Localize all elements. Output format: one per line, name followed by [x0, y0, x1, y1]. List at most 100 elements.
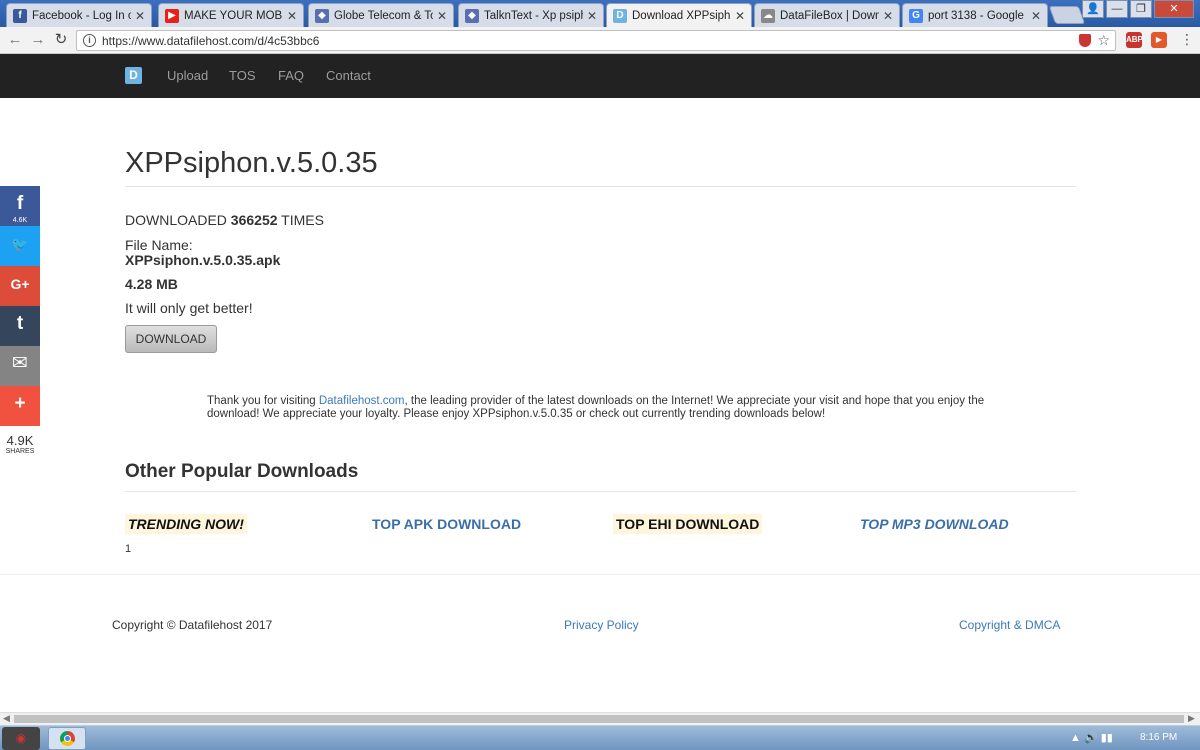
tab-label: DataFileBox | Downlo [780, 9, 879, 22]
more-icon: + [14, 393, 26, 414]
share-more-button[interactable]: + [0, 386, 40, 426]
tumblr-icon: t [16, 313, 24, 334]
close-tab-icon[interactable]: ✕ [735, 9, 745, 23]
email-icon: ✉ [12, 353, 28, 374]
share-count: 4.6K [12, 217, 28, 224]
scroll-left-icon[interactable]: ◀ [3, 713, 10, 724]
nav-upload[interactable]: Upload [167, 68, 208, 83]
download-count: DOWNLOADED 366252 TIMES [125, 212, 324, 228]
tab-label: Download XPPsiphon [632, 9, 731, 22]
nav-tos[interactable]: TOS [229, 68, 256, 83]
download-count-prefix: DOWNLOADED [125, 212, 227, 228]
divider [125, 186, 1076, 187]
privacy-policy-link[interactable]: Privacy Policy [564, 618, 639, 632]
twitter-icon: 🐦 [11, 236, 29, 252]
forward-arrow-icon[interactable]: → [29, 31, 47, 49]
share-email-button[interactable]: ✉ [0, 346, 40, 386]
share-label: SHARES [5, 448, 35, 455]
browser-tab[interactable]: ◆ Globe Telecom & Tou ✕ [308, 3, 454, 27]
close-tab-icon[interactable]: ✕ [1031, 9, 1041, 23]
tab-label: MAKE YOUR MOBILE I [184, 9, 283, 22]
close-tab-icon[interactable]: ✕ [883, 9, 893, 23]
browser-tab[interactable]: Gport 3138 - Google Se ✕ [902, 3, 1048, 27]
globe-icon: ◆ [465, 8, 479, 23]
share-google-plus-button[interactable]: G+ [0, 266, 40, 306]
google-icon: G [909, 8, 923, 23]
browser-tab[interactable]: ◆ TalknText - Xp psipho ✕ [458, 3, 604, 27]
browser-toolbar: ← → ↻ i https://www.datafilehost.com/d/4… [0, 27, 1200, 54]
copyright-dmca-link[interactable]: Copyright & DMCA [959, 618, 1060, 632]
close-tab-icon[interactable]: ✕ [135, 9, 145, 23]
share-facebook-button[interactable]: f 4.6K [0, 186, 40, 226]
profile-icon[interactable]: 👤 [1082, 0, 1104, 18]
facebook-icon: f [13, 8, 27, 23]
start-button[interactable]: ◉ [2, 727, 40, 750]
close-window-button[interactable]: ✕ [1154, 0, 1194, 18]
chrome-taskbar-button[interactable] [48, 727, 86, 750]
file-name-label: File Name: [125, 237, 193, 253]
window-controls: 👤 — ❐ ✕ [1080, 0, 1194, 18]
scroll-right-icon[interactable]: ▶ [1188, 713, 1195, 724]
file-name: XPPsiphon.v.5.0.35.apk [125, 252, 281, 268]
tab-label: Facebook - Log In or S [32, 9, 131, 22]
footer-divider [0, 574, 1200, 575]
nav-contact[interactable]: Contact [326, 68, 371, 83]
top-apk-download-link[interactable]: TOP APK DOWNLOAD [369, 514, 524, 534]
other-popular-title: Other Popular Downloads [125, 461, 359, 482]
share-total: 4.9K [6, 433, 34, 448]
divider [125, 491, 1076, 492]
minimize-button[interactable]: — [1106, 0, 1128, 18]
browser-tab[interactable]: f Facebook - Log In or S ✕ [6, 3, 152, 27]
download-count-value: 366252 [230, 212, 278, 228]
globe-icon: ◆ [315, 8, 329, 23]
tab-label: TalknText - Xp psipho [484, 9, 583, 22]
taskbar: ◉ ▲ 🔊 ▮▮ 8:16 PM [0, 725, 1200, 750]
extension-shield-icon[interactable] [1079, 34, 1091, 47]
maximize-button[interactable]: ❐ [1130, 0, 1152, 18]
site-navbar: D Upload TOS FAQ Contact [0, 54, 1200, 98]
browser-menu-icon[interactable]: ⋮ [1180, 31, 1194, 48]
media-extension-icon[interactable]: ▶ [1151, 32, 1167, 48]
close-tab-icon[interactable]: ✕ [437, 9, 447, 23]
site-logo[interactable]: D [125, 67, 142, 84]
file-size: 4.28 MB [125, 276, 178, 292]
clock[interactable]: 8:16 PM [1140, 732, 1177, 743]
chrome-icon [60, 731, 75, 746]
reload-icon[interactable]: ↻ [52, 31, 70, 49]
browser-tab-strip: f Facebook - Log In or S ✕ ▶ MAKE YOUR MOBIL… [0, 0, 1200, 27]
cloud-icon: ☁ [761, 8, 775, 23]
tab-label: Globe Telecom & Tou [334, 9, 433, 22]
browser-tab[interactable]: D Download XPPsiphon ✕ [606, 3, 752, 27]
download-button[interactable]: DOWNLOAD [125, 325, 217, 353]
close-tab-icon[interactable]: ✕ [287, 9, 297, 23]
tagline: It will only get better! [125, 300, 253, 316]
close-tab-icon[interactable]: ✕ [587, 9, 597, 23]
browser-tab[interactable]: ▶ MAKE YOUR MOBILE I ✕ [158, 3, 304, 27]
back-arrow-icon[interactable]: ← [6, 31, 24, 49]
share-sidebar: f 4.6K 🐦 G+ t ✉ + 4.9K SHARES [0, 186, 40, 455]
bookmark-star-icon[interactable]: ☆ [1097, 32, 1110, 49]
page-title: XPPsiphon.v.5.0.35 [125, 147, 378, 179]
thank-you-message: Thank you for visiting Datafilehost.com,… [207, 395, 1007, 421]
horizontal-scrollbar[interactable]: ◀ ▶ [0, 712, 1200, 725]
google-plus-icon: G+ [10, 276, 30, 292]
address-bar[interactable]: i https://www.datafilehost.com/d/4c53bbc… [76, 30, 1116, 51]
datafilehost-icon: D [613, 8, 627, 23]
share-tumblr-button[interactable]: t [0, 306, 40, 346]
youtube-icon: ▶ [165, 8, 179, 23]
nav-faq[interactable]: FAQ [278, 68, 304, 83]
top-mp3-download-link[interactable]: TOP MP3 DOWNLOAD [857, 514, 1012, 534]
share-twitter-button[interactable]: 🐦 [0, 226, 40, 266]
browser-tab[interactable]: ☁ DataFileBox | Downlo ✕ [754, 3, 900, 27]
tab-label: port 3138 - Google Se [928, 9, 1027, 22]
scrollbar-thumb[interactable] [14, 715, 1184, 723]
top-ehi-download-heading: TOP EHI DOWNLOAD [613, 514, 763, 534]
url-text: https://www.datafilehost.com/d/4c53bbc6 [102, 34, 320, 48]
system-tray[interactable]: ▲ 🔊 ▮▮ [1070, 731, 1113, 744]
trending-item[interactable]: 1 [125, 543, 131, 555]
thanks-text-before: Thank you for visiting [207, 395, 319, 407]
datafilehost-link[interactable]: Datafilehost.com [319, 395, 405, 407]
footer-copyright: Copyright © Datafilehost 2017 [112, 618, 273, 632]
adblock-extension-icon[interactable]: ABP [1126, 32, 1143, 48]
info-icon[interactable]: i [83, 34, 96, 47]
